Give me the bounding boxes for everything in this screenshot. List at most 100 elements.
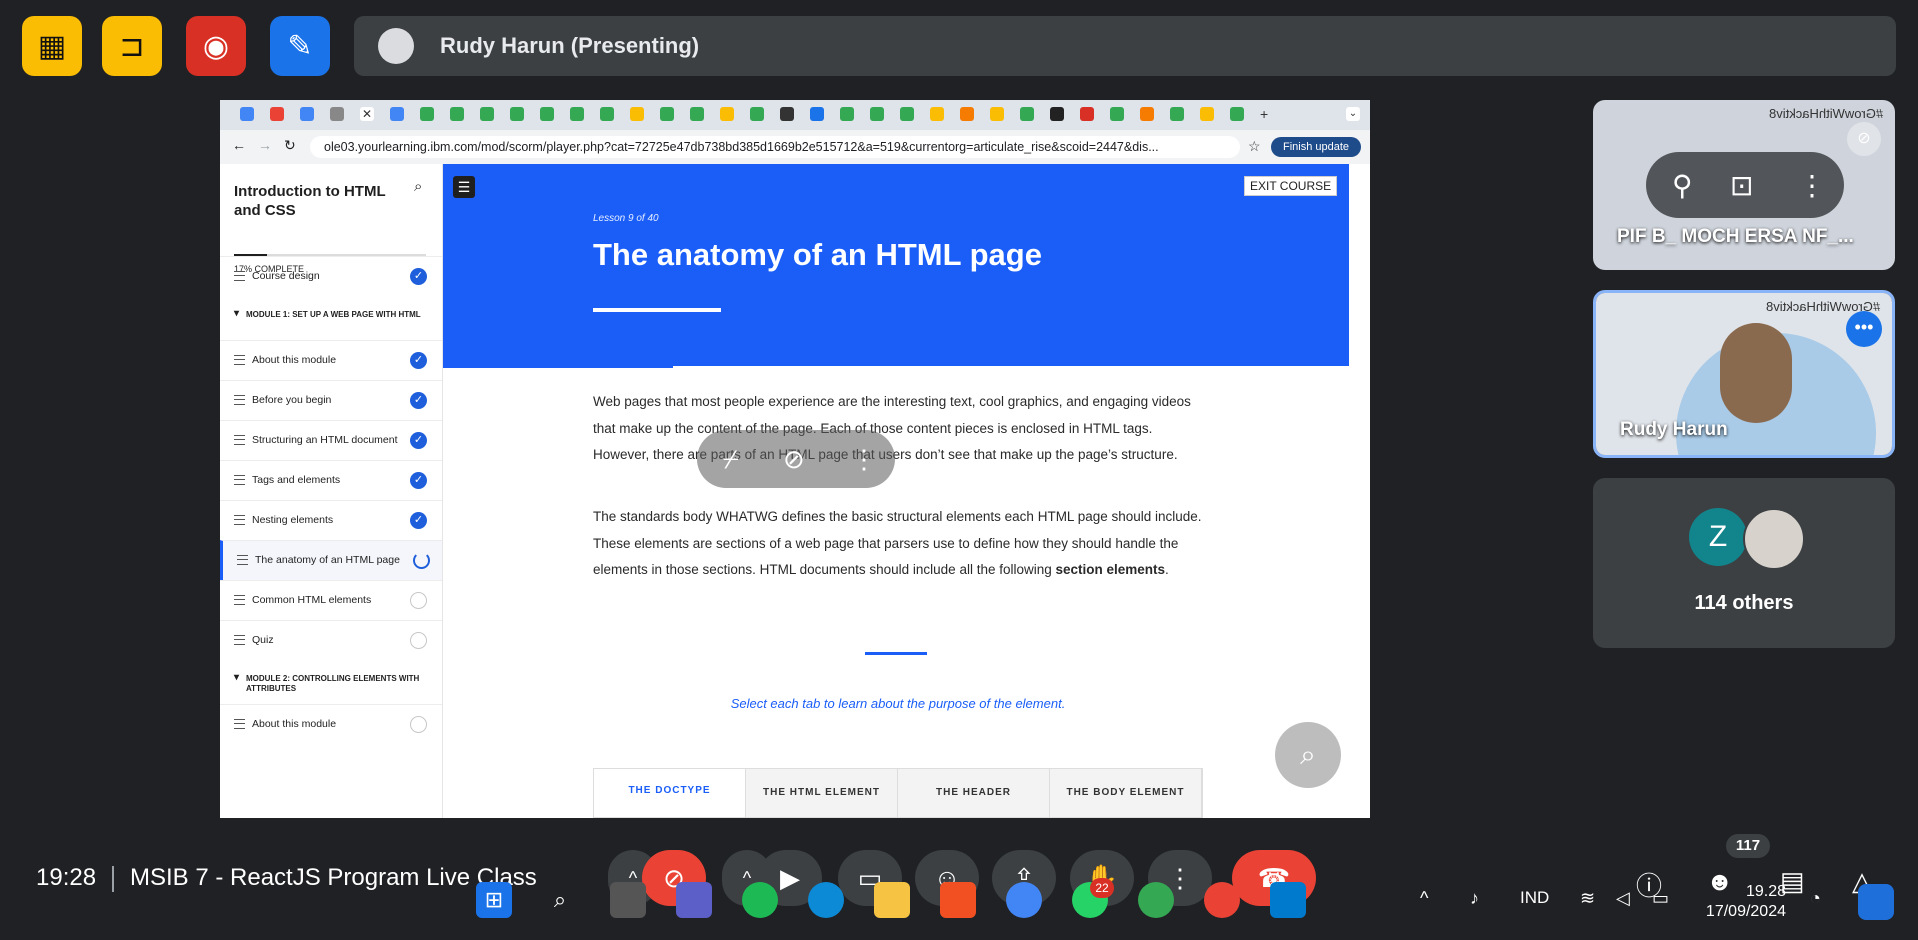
pen-icon[interactable]: ✎ [270, 16, 330, 76]
more-icon[interactable]: ⋮ [851, 444, 877, 475]
lesson-label: About this module [252, 718, 337, 730]
tab-icon[interactable] [1230, 107, 1244, 121]
edge-icon[interactable] [808, 882, 844, 918]
url-field[interactable]: ole03.yourlearning.ibm.com/mod/scorm/pla… [310, 136, 1240, 158]
tab-icon[interactable] [840, 107, 854, 121]
wifi-icon[interactable]: ≋ [1580, 888, 1595, 909]
chrome-profile-icon[interactable] [1138, 882, 1174, 918]
section-elements-text: section elements [1055, 562, 1166, 577]
finish-update-button[interactable]: Finish update [1271, 137, 1361, 157]
tab-icon[interactable] [1080, 107, 1094, 121]
copilot-icon[interactable] [1858, 884, 1894, 920]
forward-icon[interactable]: → [258, 137, 272, 153]
vscode-icon[interactable] [1270, 882, 1306, 918]
back-icon[interactable]: ← [232, 137, 246, 153]
tab-icon[interactable] [510, 107, 524, 121]
system-clock[interactable]: 19.28 17/09/2024 [1700, 882, 1786, 922]
tab-icon[interactable] [900, 107, 914, 121]
battery-icon[interactable]: ▭ [1652, 888, 1669, 909]
presenter-bar: Rudy Harun (Presenting) [354, 16, 1896, 76]
language-indicator[interactable]: IND [1520, 888, 1549, 908]
participant-tile-2[interactable]: #GrowWithHacktiv8 ••• Rudy Harun [1593, 290, 1895, 458]
menu-icon[interactable]: ☰ [453, 176, 475, 198]
tab-icon[interactable] [780, 107, 794, 121]
tab-icon[interactable] [930, 107, 944, 121]
chevron-up-icon[interactable]: ^ [1420, 888, 1428, 909]
zoom-icon[interactable]: ⌕ [1275, 722, 1341, 788]
search-icon[interactable]: ⌕ [414, 178, 422, 195]
lesson-item[interactable]: Before you begin ✓ [220, 380, 442, 420]
tab-icon[interactable] [750, 107, 764, 121]
lesson-item[interactable]: Tags and elements ✓ [220, 460, 442, 500]
lesson-item[interactable]: Common HTML elements [220, 580, 442, 620]
tab-body-element[interactable]: THE BODY ELEMENT [1050, 769, 1202, 817]
tab-icon[interactable] [1140, 107, 1154, 121]
reload-icon[interactable]: ↻ [284, 137, 296, 154]
tab-icon[interactable] [540, 107, 554, 121]
chrome-icon[interactable] [1006, 882, 1042, 918]
tab-icon[interactable] [990, 107, 1004, 121]
browser-tab-strip[interactable]: ✕ + ⌄ [220, 100, 1370, 130]
tab-icon[interactable] [870, 107, 884, 121]
tile-hover-controls: ⚲ ⊡ ⋮ [1646, 152, 1844, 218]
others-tile[interactable]: Z 114 others [1593, 478, 1895, 648]
tab-icon[interactable] [660, 107, 674, 121]
more-options-icon[interactable]: ⋮ [1798, 169, 1826, 202]
volume-icon[interactable]: ◁ [1616, 888, 1630, 909]
mute-icon[interactable]: ⊘ [783, 444, 805, 475]
tab-icon[interactable] [1020, 107, 1034, 121]
tab-icon[interactable] [1170, 107, 1184, 121]
no-pin-icon[interactable]: ⌿ [723, 444, 739, 476]
tab-icon[interactable] [480, 107, 494, 121]
tab-icon[interactable] [390, 107, 404, 121]
tab-icon[interactable] [960, 107, 974, 121]
lesson-item[interactable]: About this module ✓ [220, 340, 442, 380]
tab-icon[interactable] [240, 107, 254, 121]
notification-bell-icon[interactable]: ◔ [1810, 888, 1821, 909]
task-view-icon[interactable] [610, 882, 646, 918]
lesson-item[interactable]: Quiz [220, 620, 442, 660]
tab-icon[interactable] [570, 107, 584, 121]
tab-icon[interactable] [270, 107, 284, 121]
tab-icon[interactable] [1200, 107, 1214, 121]
door-icon[interactable]: ⊐ [102, 16, 162, 76]
module-heading[interactable]: MODULE 1: SET UP A WEB PAGE WITH HTML [234, 309, 436, 320]
new-tab-icon[interactable]: + [1260, 107, 1274, 121]
tab-icon[interactable] [690, 107, 704, 121]
tab-icon[interactable] [720, 107, 734, 121]
no-camera-icon[interactable]: ▦ [22, 16, 82, 76]
add-to-frame-icon[interactable]: ⊡ [1730, 169, 1753, 202]
chevron-down-icon[interactable]: ⌄ [1346, 107, 1360, 121]
lesson-item[interactable]: About this module [220, 704, 442, 744]
bookmark-star-icon[interactable]: ☆ [1248, 138, 1261, 155]
tab-icon[interactable] [450, 107, 464, 121]
lesson-item[interactable]: The anatomy of an HTML page [220, 540, 442, 580]
close-icon[interactable]: ✕ [360, 107, 374, 121]
lesson-item[interactable]: Nesting elements ✓ [220, 500, 442, 540]
tab-icon[interactable] [300, 107, 314, 121]
lesson-item[interactable]: Structuring an HTML document ✓ [220, 420, 442, 460]
tab-icon[interactable] [1110, 107, 1124, 121]
exit-course-button[interactable]: EXIT COURSE [1244, 176, 1338, 196]
microphone-icon[interactable]: ♪ [1470, 888, 1479, 909]
tab-icon[interactable] [810, 107, 824, 121]
tab-icon[interactable] [420, 107, 434, 121]
tab-header[interactable]: THE HEADER [898, 769, 1050, 817]
teams-icon[interactable] [676, 882, 712, 918]
store-icon[interactable] [940, 882, 976, 918]
windows-start-icon[interactable]: ⊞ [476, 882, 512, 918]
tab-html-element[interactable]: THE HTML ELEMENT [746, 769, 898, 817]
file-explorer-icon[interactable] [874, 882, 910, 918]
tab-icon[interactable] [600, 107, 614, 121]
github-icon[interactable] [1050, 107, 1064, 121]
module-heading[interactable]: MODULE 2: CONTROLLING ELEMENTS WITH ATTR… [234, 673, 436, 694]
lesson-item[interactable]: Course design ✓ [220, 256, 442, 296]
chrome-profile-icon[interactable] [1204, 882, 1240, 918]
tab-icon[interactable] [330, 107, 344, 121]
pin-icon[interactable]: ⚲ [1672, 169, 1693, 202]
tab-doctype[interactable]: THE DOCTYPE [594, 769, 746, 817]
spotify-icon[interactable] [742, 882, 778, 918]
record-icon[interactable]: ◉ [186, 16, 246, 76]
tab-icon[interactable] [630, 107, 644, 121]
search-icon[interactable]: ⌕ [542, 882, 578, 918]
